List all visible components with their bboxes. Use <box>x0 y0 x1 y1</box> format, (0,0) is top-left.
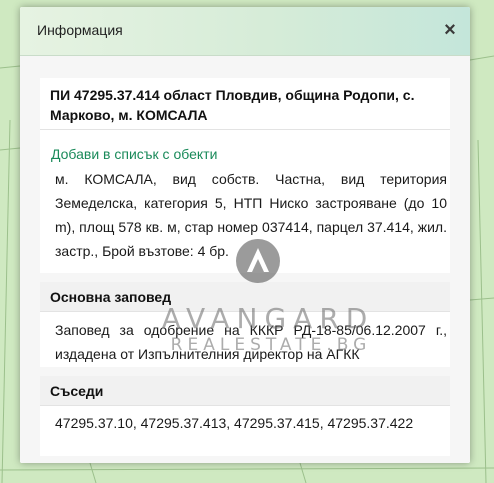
neighbors-heading: Съседи <box>40 376 450 406</box>
order-text: Заповед за одобрение на КККР РД-18-85/06… <box>55 322 447 362</box>
parcel-heading: ПИ 47295.37.414 област Пловдив, община Р… <box>40 78 450 130</box>
order-heading: Основна заповед <box>40 282 450 312</box>
neighbors-text: 47295.37.10, 47295.37.413, 47295.37.415,… <box>55 415 414 431</box>
dialog-title: Информация <box>37 22 123 38</box>
info-dialog: Информация × ПИ 47295.37.414 област Плов… <box>20 7 470 463</box>
dialog-body: ПИ 47295.37.414 област Пловдив, община Р… <box>20 56 470 463</box>
add-to-list-link[interactable]: Добави в списък с обекти <box>51 146 217 162</box>
dialog-header: Информация × <box>20 7 470 56</box>
close-icon[interactable]: × <box>439 18 461 42</box>
parcel-description: м. КОМСАЛА, вид собств. Частна, вид тери… <box>55 171 447 259</box>
